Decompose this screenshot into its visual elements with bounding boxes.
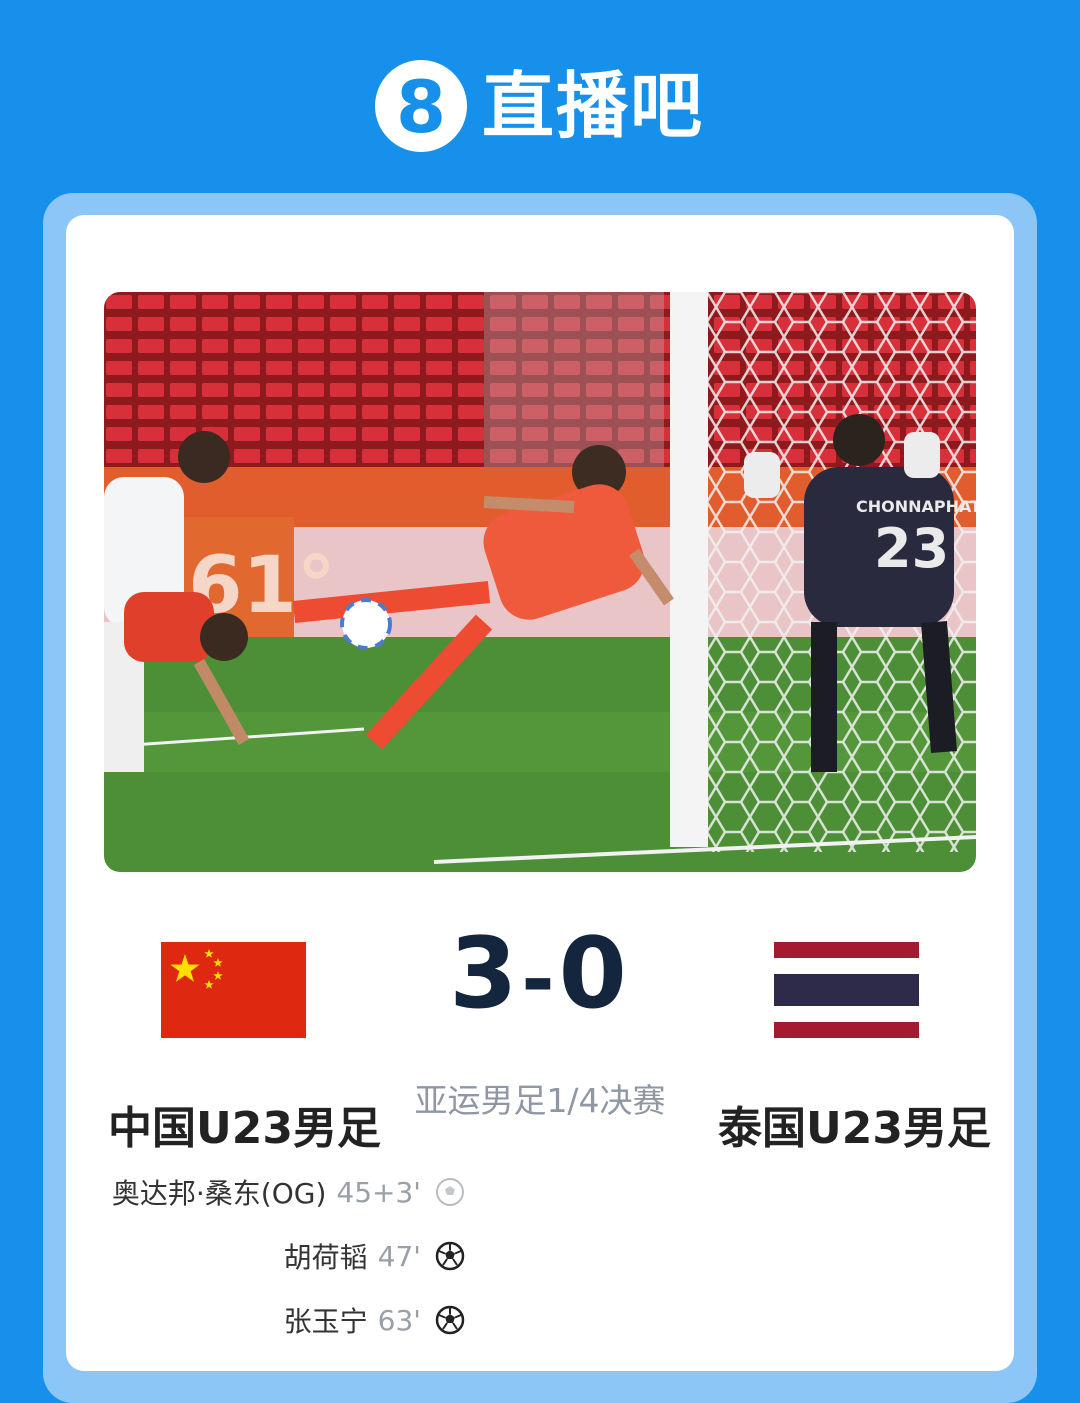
- away-team-name[interactable]: 泰国U23男足: [718, 1092, 991, 1156]
- goal-minute: 47': [377, 1239, 421, 1273]
- soccer-ball-icon: [435, 1241, 465, 1271]
- thailand-flag-icon: [774, 942, 919, 1038]
- away-score: 0: [558, 917, 631, 1031]
- soccer-ball-icon: [435, 1305, 465, 1335]
- jersey-number: 23: [874, 517, 949, 580]
- scorer-name: 奥达邦·桑东(OG): [111, 1177, 327, 1210]
- home-team-name[interactable]: 中国U23男足: [108, 1092, 381, 1156]
- scorer-name: 胡荷韬: [283, 1241, 368, 1274]
- score-separator: -: [521, 933, 559, 1026]
- brand-name: 直播吧: [482, 64, 705, 148]
- goal-event: 胡荷韬 47': [284, 1236, 465, 1276]
- scorer-name: 张玉宁: [283, 1305, 368, 1338]
- goal-minute: 45+3': [336, 1175, 421, 1209]
- goal-event: 奥达邦·桑东(OG) 45+3': [112, 1172, 465, 1212]
- scoreline: 3-0: [440, 920, 640, 1030]
- logo-digit: 8: [396, 65, 446, 149]
- own-goal-ball-icon: [436, 1178, 464, 1206]
- home-score: 3: [449, 917, 522, 1031]
- app-logo: 8 直播吧: [0, 58, 1080, 158]
- match-photo: 361° CHONNAPHAT 23: [104, 292, 976, 872]
- china-flag-icon: [161, 942, 306, 1038]
- goal-minute: 63': [377, 1303, 421, 1337]
- goal-event: 张玉宁 63': [284, 1300, 465, 1340]
- jersey-name: CHONNAPHAT: [856, 497, 976, 516]
- logo-8-icon: 8: [375, 60, 467, 152]
- match-stage: 亚运男足1/4决赛: [414, 1081, 666, 1120]
